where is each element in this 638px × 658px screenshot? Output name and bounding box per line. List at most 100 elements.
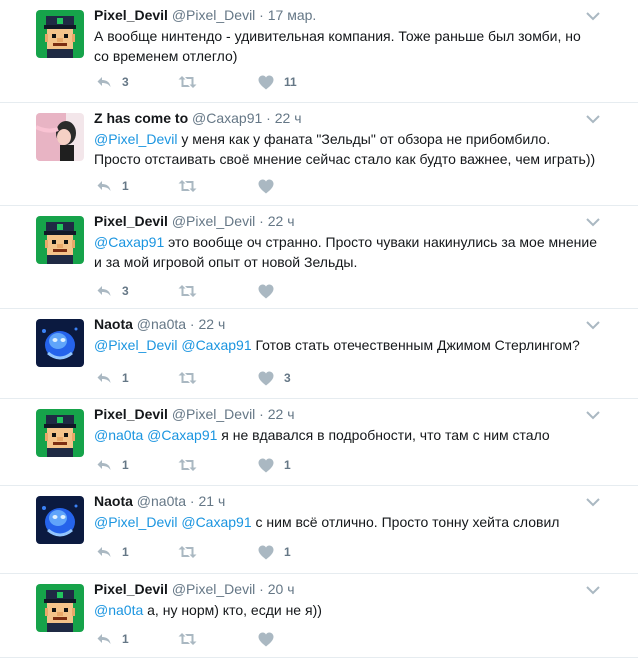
heart-icon: [258, 179, 274, 194]
chevron-down-icon[interactable]: [586, 111, 600, 129]
author-handle[interactable]: @Pixel_Devil: [172, 581, 255, 597]
heart-icon: [258, 545, 274, 560]
author-name[interactable]: Pixel_Devil: [94, 406, 168, 422]
author-name[interactable]: Pixel_Devil: [94, 213, 168, 229]
z-has-come-to-avatar[interactable]: [36, 113, 84, 161]
mention-link[interactable]: @Pixel_Devil: [94, 337, 177, 353]
like-count: 1: [284, 458, 291, 472]
tweet-header: Pixel_Devil @Pixel_Devil · 22 ч: [94, 211, 598, 231]
pixel-devil-avatar[interactable]: [36, 409, 84, 457]
retweet-button[interactable]: [178, 370, 258, 386]
naota-avatar[interactable]: [36, 319, 84, 367]
chevron-down-icon[interactable]: [586, 407, 600, 425]
retweet-button[interactable]: [178, 74, 258, 90]
heart-icon: [258, 284, 274, 299]
tweet-content: Naota @na0ta · 22 ч @Pixel_Devil @Caxap91…: [94, 314, 598, 355]
reply-icon: [96, 283, 112, 299]
pixel-devil-avatar[interactable]: [36, 10, 84, 58]
pixel-devil-avatar[interactable]: [36, 584, 84, 632]
retweet-button[interactable]: [178, 283, 258, 299]
naota-avatar[interactable]: [36, 496, 84, 544]
chevron-down-icon[interactable]: [586, 317, 600, 335]
separator-dot: ·: [255, 213, 268, 229]
tweet-header: Pixel_Devil @Pixel_Devil · 22 ч: [94, 404, 598, 424]
tweet-text: @Pixel_Devil у меня как у фаната "Зельды…: [94, 129, 598, 169]
reply-button[interactable]: 1: [96, 631, 178, 647]
reply-button[interactable]: 1: [96, 544, 178, 560]
mention-link[interactable]: @na0ta: [94, 427, 143, 443]
author-handle[interactable]: @Pixel_Devil: [172, 7, 255, 23]
reply-button[interactable]: 3: [96, 74, 178, 90]
reply-button[interactable]: 1: [96, 178, 178, 194]
separator-dot: ·: [255, 7, 268, 23]
chevron-down-icon[interactable]: [586, 494, 600, 512]
reply-count: 1: [122, 371, 129, 385]
chevron-down-icon[interactable]: [586, 582, 600, 600]
separator-dot: ·: [255, 581, 268, 597]
reply-icon: [96, 631, 112, 647]
tweet-timestamp[interactable]: 17 мар.: [268, 7, 317, 23]
mention-link[interactable]: @Pixel_Devil: [94, 131, 177, 147]
author-handle[interactable]: @na0ta: [137, 316, 186, 332]
mention-link[interactable]: @na0ta: [94, 602, 143, 618]
reply-icon: [96, 370, 112, 386]
retweet-button[interactable]: [178, 457, 258, 473]
reply-count: 1: [122, 458, 129, 472]
tweet-text: @Pixel_Devil @Caxap91 Готов стать отечес…: [94, 335, 598, 355]
reply-count: 3: [122, 284, 129, 298]
author-handle[interactable]: @Pixel_Devil: [172, 213, 255, 229]
author-name[interactable]: Naota: [94, 493, 133, 509]
author-handle[interactable]: @Caxap91: [192, 110, 262, 126]
reply-button[interactable]: 3: [96, 283, 178, 299]
tweet-content: Naota @na0ta · 21 ч @Pixel_Devil @Caxap91…: [94, 491, 598, 532]
tweet-text: @na0ta а, ну норм) кто, есди не я)): [94, 600, 598, 620]
mention-link[interactable]: @Caxap91: [147, 427, 217, 443]
tweet-timestamp[interactable]: 22 ч: [268, 213, 295, 229]
retweet-icon: [178, 178, 197, 194]
retweet-button[interactable]: [178, 178, 258, 194]
author-name[interactable]: Pixel_Devil: [94, 581, 168, 597]
author-handle[interactable]: @na0ta: [137, 493, 186, 509]
tweet-timestamp[interactable]: 22 ч: [268, 406, 295, 422]
reply-button[interactable]: 1: [96, 457, 178, 473]
retweet-button[interactable]: [178, 544, 258, 560]
tweet-header: Z has come to @Caxap91 · 22 ч: [94, 108, 598, 128]
like-button[interactable]: [258, 632, 340, 647]
author-name[interactable]: Z has come to: [94, 110, 188, 126]
chevron-down-icon[interactable]: [586, 214, 600, 232]
like-button[interactable]: 3: [258, 371, 340, 386]
reply-icon: [96, 457, 112, 473]
heart-icon: [258, 75, 274, 90]
tweet-body: я не вдавался в подробности, что там с н…: [221, 427, 550, 443]
tweet-text: А вообще нинтендо - удивительная компани…: [94, 26, 598, 66]
reply-icon: [96, 74, 112, 90]
author-name[interactable]: Naota: [94, 316, 133, 332]
separator-dot: ·: [186, 316, 199, 332]
chevron-down-icon[interactable]: [586, 8, 600, 26]
author-name[interactable]: Pixel_Devil: [94, 7, 168, 23]
like-button[interactable]: 1: [258, 458, 340, 473]
tweet-actions: 11: [96, 542, 340, 562]
like-button[interactable]: [258, 179, 340, 194]
like-count: 3: [284, 371, 291, 385]
tweet-body: А вообще нинтендо - удивительная компани…: [94, 28, 581, 64]
like-button[interactable]: [258, 284, 340, 299]
reply-count: 1: [122, 545, 129, 559]
tweet-timestamp[interactable]: 21 ч: [199, 493, 226, 509]
retweet-button[interactable]: [178, 631, 258, 647]
tweet-timestamp[interactable]: 22 ч: [275, 110, 302, 126]
mention-link[interactable]: @Caxap91: [94, 234, 164, 250]
tweet-actions: 1: [96, 176, 340, 196]
like-count: 1: [284, 545, 291, 559]
reply-button[interactable]: 1: [96, 370, 178, 386]
retweet-icon: [178, 544, 197, 560]
like-button[interactable]: 11: [258, 75, 340, 90]
tweet-timestamp[interactable]: 22 ч: [199, 316, 226, 332]
mention-link[interactable]: @Caxap91: [181, 514, 251, 530]
mention-link[interactable]: @Pixel_Devil: [94, 514, 177, 530]
mention-link[interactable]: @Caxap91: [181, 337, 251, 353]
pixel-devil-avatar[interactable]: [36, 216, 84, 264]
tweet-timestamp[interactable]: 20 ч: [268, 581, 295, 597]
author-handle[interactable]: @Pixel_Devil: [172, 406, 255, 422]
like-button[interactable]: 1: [258, 545, 340, 560]
